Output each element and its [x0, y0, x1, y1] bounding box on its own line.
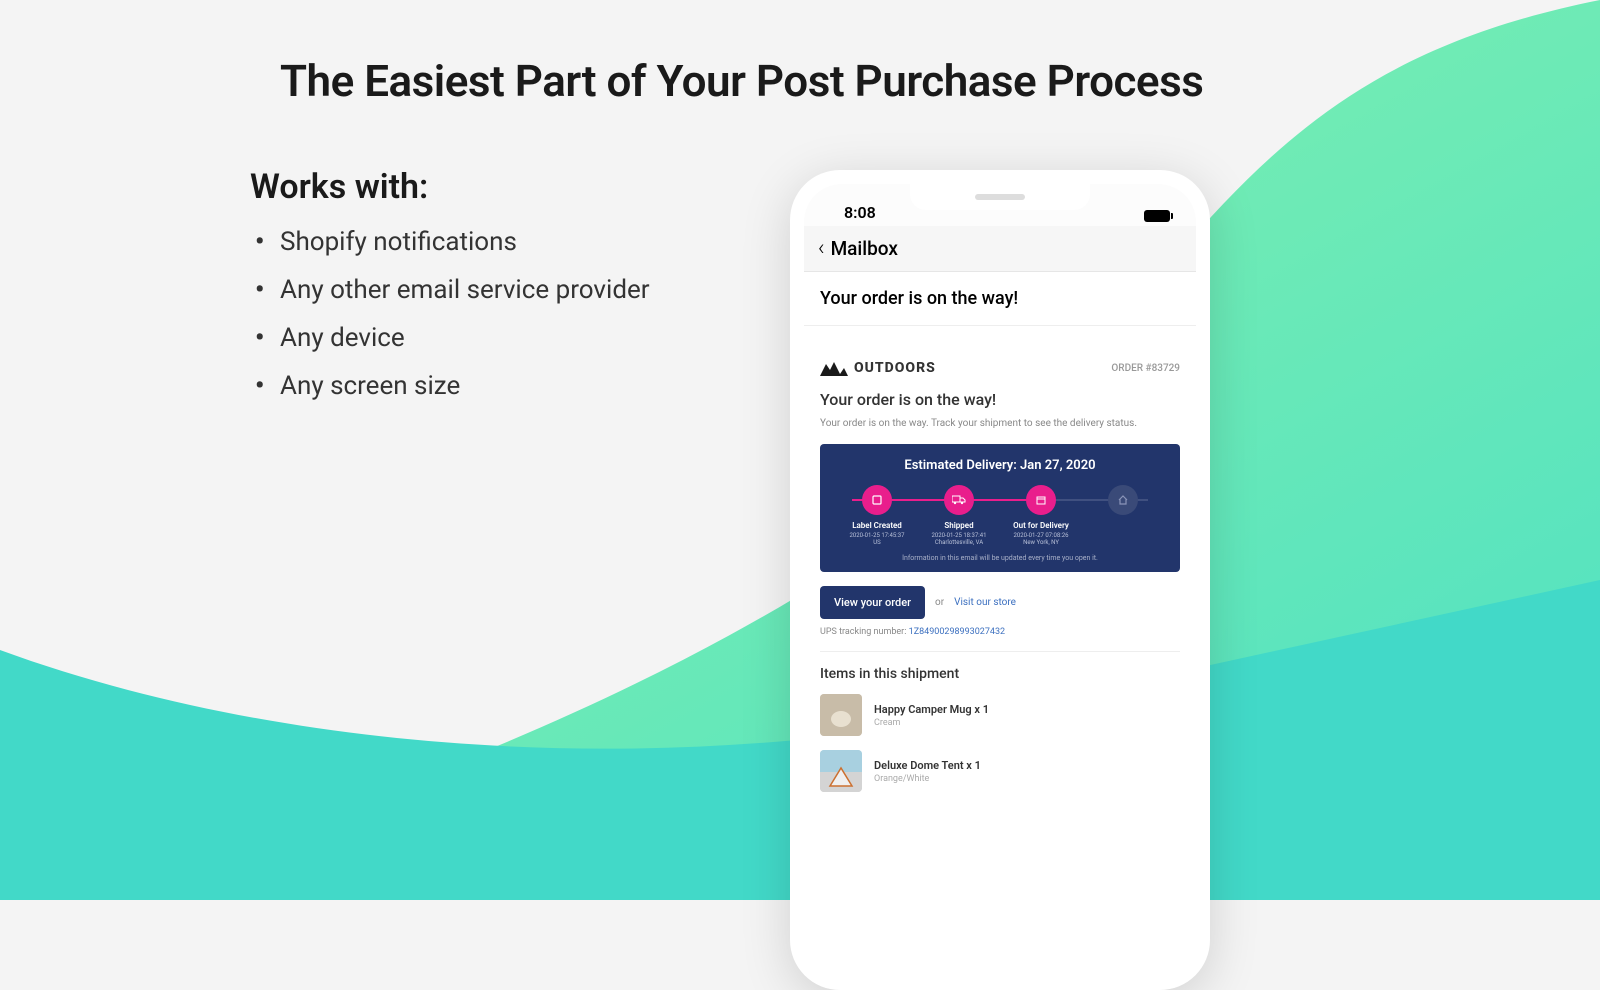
order-number: ORDER #83729 [1111, 363, 1180, 374]
cta-or: or [935, 597, 944, 608]
tracking-timeline: Label Created 2020-01-25 17:45:37US Ship… [832, 485, 1168, 546]
box-icon [1035, 494, 1047, 506]
battery-icon [1144, 210, 1170, 222]
items-title: Items in this shipment [820, 666, 1180, 682]
email-body: OUTDOORS ORDER #83729 Your order is on t… [804, 326, 1196, 822]
phone-notch [910, 184, 1090, 210]
item-variant: Cream [874, 718, 989, 728]
item-thumb-tent [820, 750, 862, 792]
item-name: Happy Camper Mug x 1 [874, 703, 989, 716]
status-time: 8:08 [844, 203, 876, 222]
tracking-number-line: UPS tracking number: 1Z84900298993027432 [820, 627, 1180, 637]
item-thumb-mug [820, 694, 862, 736]
mailbox-title: Mailbox [831, 237, 898, 260]
mountain-icon [820, 360, 848, 376]
tracking-number-link[interactable]: 1Z84900298993027432 [909, 627, 1005, 637]
label-icon [871, 494, 883, 506]
brand-logo: OUTDOORS [820, 360, 936, 376]
divider [820, 651, 1180, 652]
brand-name: OUTDOORS [854, 360, 936, 376]
step-shipped: Shipped 2020-01-25 18:37:41Charlottesvil… [918, 485, 1000, 546]
email-title: Your order is on the way! [820, 390, 1180, 409]
tracking-note: Information in this email will be update… [832, 554, 1168, 562]
email-description: Your order is on the way. Track your shi… [820, 417, 1180, 430]
view-order-button[interactable]: View your order [820, 586, 925, 619]
email-subject: Your order is on the way! [804, 272, 1196, 326]
tracking-box: Estimated Delivery: Jan 27, 2020 Label C… [820, 444, 1180, 572]
phone-screen: 8:08 ‹ Mailbox Your order is on the way!… [804, 184, 1196, 976]
step-out-for-delivery: Out for Delivery 2020-01-27 07:08:26New … [1000, 485, 1082, 546]
chevron-left-icon[interactable]: ‹ [818, 236, 825, 261]
step-delivered [1082, 485, 1164, 521]
item-row: Happy Camper Mug x 1 Cream [820, 694, 1180, 736]
truck-icon [952, 495, 966, 505]
item-row: Deluxe Dome Tent x 1 Orange/White [820, 750, 1180, 792]
item-name: Deluxe Dome Tent x 1 [874, 759, 981, 772]
item-variant: Orange/White [874, 774, 981, 784]
mail-nav-bar[interactable]: ‹ Mailbox [804, 226, 1196, 272]
estimated-delivery: Estimated Delivery: Jan 27, 2020 [832, 458, 1168, 473]
home-icon [1117, 494, 1129, 506]
phone-frame: 8:08 ‹ Mailbox Your order is on the way!… [790, 170, 1210, 990]
page-title: The Easiest Part of Your Post Purchase P… [280, 55, 1600, 107]
step-label-created: Label Created 2020-01-25 17:45:37US [836, 485, 918, 546]
visit-store-link[interactable]: Visit our store [954, 597, 1016, 608]
